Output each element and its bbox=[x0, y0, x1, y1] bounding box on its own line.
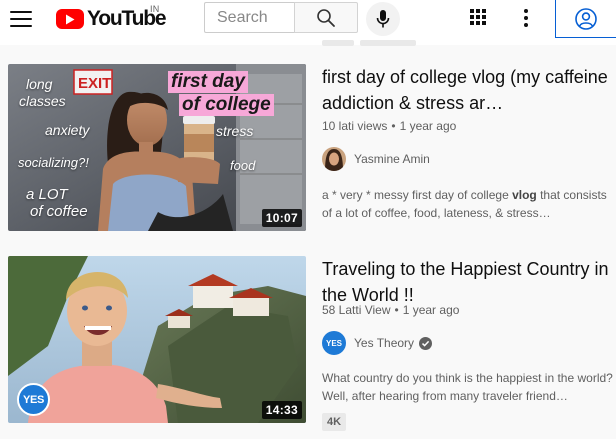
exit-sign-text: EXIT bbox=[78, 75, 111, 92]
view-count: 10 lati views bbox=[322, 119, 388, 133]
separator-dot: • bbox=[394, 303, 399, 317]
video-thumbnail[interactable]: EXIT long classes anxiety socializing?! … bbox=[8, 64, 306, 231]
verified-badge-icon bbox=[419, 336, 433, 350]
avatar[interactable] bbox=[322, 147, 346, 171]
video-title[interactable]: Traveling to the Happiest Country in the… bbox=[322, 256, 616, 308]
thumbnail-caption: a LOT bbox=[26, 186, 68, 203]
masthead: YouTube IN bbox=[0, 0, 616, 46]
view-count: 58 Latti View bbox=[322, 303, 391, 317]
thumbnail-title-label: of college bbox=[179, 94, 274, 116]
video-metadata: 58 Latti View • 1 year ago bbox=[322, 303, 459, 317]
video-result[interactable]: EXIT long classes anxiety socializing?! … bbox=[8, 64, 608, 234]
youtube-logo[interactable]: YouTube bbox=[56, 7, 167, 31]
video-title[interactable]: first day of college vlog (my caffeine a… bbox=[322, 64, 616, 116]
upload-date: 1 year ago bbox=[402, 303, 460, 317]
description-highlight: vlog bbox=[512, 188, 537, 202]
avatar[interactable]: YES bbox=[322, 331, 346, 355]
avatar-text: YES bbox=[325, 338, 342, 348]
thumbnail-image bbox=[8, 256, 306, 423]
description-text: a * very * messy first day of college bbox=[322, 188, 513, 202]
duration-badge: 10:07 bbox=[261, 209, 302, 227]
duration-badge: 14:33 bbox=[261, 401, 302, 419]
channel-info[interactable]: Yasmine Amin bbox=[322, 147, 430, 171]
channel-name[interactable]: Yes Theory bbox=[354, 336, 414, 350]
filter-chip[interactable] bbox=[322, 40, 354, 46]
thumbnail-caption: of coffee bbox=[30, 203, 88, 220]
thumbnail-caption: classes bbox=[19, 93, 66, 109]
filter-chip[interactable] bbox=[360, 40, 416, 46]
play-logo-icon bbox=[56, 9, 84, 29]
video-thumbnail[interactable]: YES 14:33 bbox=[8, 256, 306, 423]
search-input[interactable] bbox=[204, 2, 294, 33]
thumbnail-caption: food bbox=[230, 158, 256, 173]
thumbnail-caption: stress bbox=[216, 123, 254, 139]
video-metadata: 10 lati views • 1 year ago bbox=[322, 119, 456, 133]
thumbnail-caption: anxiety bbox=[45, 122, 90, 138]
video-description: What country do you think is the happies… bbox=[322, 371, 613, 403]
account-icon bbox=[575, 7, 597, 30]
apps-icon[interactable] bbox=[470, 9, 488, 27]
menu-icon[interactable] bbox=[10, 11, 32, 27]
quality-badge: 4K bbox=[322, 413, 347, 431]
separator-dot: • bbox=[391, 119, 396, 133]
video-result[interactable]: YES 14:33 Traveling to the Happiest Coun… bbox=[8, 256, 613, 439]
upload-date: 1 year ago bbox=[399, 119, 457, 133]
channel-watermark: YES bbox=[17, 383, 50, 416]
mic-icon bbox=[376, 10, 390, 28]
channel-name[interactable]: Yasmine Amin bbox=[354, 152, 430, 166]
more-vert-icon[interactable] bbox=[523, 9, 529, 27]
voice-search-button[interactable] bbox=[366, 2, 400, 36]
thumbnail-caption: long bbox=[26, 76, 53, 92]
video-description: a * very * messy first day of college vl… bbox=[322, 186, 616, 222]
sign-in-button[interactable] bbox=[555, 0, 616, 38]
search-icon bbox=[317, 8, 335, 27]
thumbnail-caption: socializing?! bbox=[18, 155, 89, 170]
search-button[interactable] bbox=[294, 2, 358, 33]
region-code: IN bbox=[150, 4, 160, 14]
search-box bbox=[204, 2, 358, 33]
channel-info[interactable]: YES Yes Theory bbox=[322, 331, 433, 355]
thumbnail-title-label: first day bbox=[168, 71, 248, 93]
